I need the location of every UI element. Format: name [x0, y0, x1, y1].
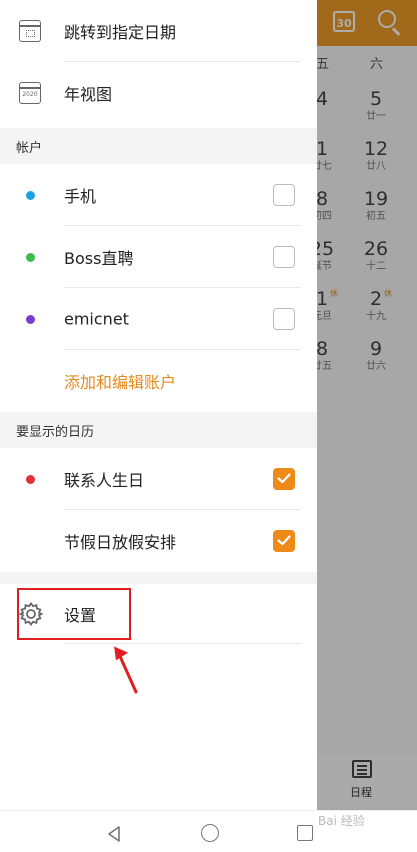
account-item-emicnet[interactable]: emicnet [0, 288, 317, 350]
account-label: Boss直聘 [64, 249, 134, 268]
goto-date-label: 跳转到指定日期 [64, 23, 177, 42]
watermark: Bai 经验 [318, 814, 365, 828]
account-checkbox[interactable] [273, 246, 295, 268]
account-color-dot [26, 190, 35, 200]
account-item-phone[interactable]: 手机 [0, 164, 317, 226]
calendar-checkbox[interactable] [273, 530, 295, 552]
account-item-boss[interactable]: Boss直聘 [0, 226, 317, 288]
year-calendar-icon: 2020 [19, 82, 41, 104]
arrow-annotation-icon [114, 646, 138, 694]
navigation-drawer: 跳转到指定日期 2020 年视图 帐户 手机 Boss直聘 emicnet 添加… [0, 0, 317, 810]
accounts-header-label: 帐户 [16, 141, 43, 156]
add-edit-accounts-label: 添加和编辑账户 [64, 373, 177, 392]
section-spacer [0, 572, 317, 584]
accounts-section-header: 帐户 [0, 128, 317, 164]
back-icon[interactable] [106, 825, 122, 843]
goto-date-item[interactable]: 跳转到指定日期 [0, 0, 317, 62]
account-checkbox[interactable] [273, 308, 295, 330]
account-checkbox[interactable] [273, 184, 295, 206]
account-color-dot [26, 252, 35, 262]
calendars-header-label: 要显示的日历 [16, 425, 95, 440]
home-icon[interactable] [201, 824, 219, 842]
recent-apps-icon[interactable] [297, 825, 313, 841]
calendar-color-dot [26, 474, 35, 484]
calendar-item-holidays[interactable]: 节假日放假安排 [0, 510, 317, 572]
account-label: emicnet [64, 309, 129, 329]
calendar-label: 节假日放假安排 [64, 533, 177, 552]
year-icon-text: 2020 [22, 91, 38, 98]
calendar-checkbox[interactable] [273, 468, 295, 490]
year-view-item[interactable]: 2020 年视图 [0, 62, 317, 124]
year-view-label: 年视图 [64, 85, 113, 104]
settings-highlight-box [17, 588, 131, 640]
calendar-item-birthdays[interactable]: 联系人生日 [0, 448, 317, 510]
account-label: 手机 [64, 187, 97, 206]
add-edit-accounts-link[interactable]: 添加和编辑账户 [0, 350, 317, 412]
account-color-dot [26, 314, 35, 324]
calendar-label: 联系人生日 [64, 471, 145, 490]
calendars-section-header: 要显示的日历 [0, 412, 317, 448]
calendar-jump-icon [19, 20, 41, 42]
